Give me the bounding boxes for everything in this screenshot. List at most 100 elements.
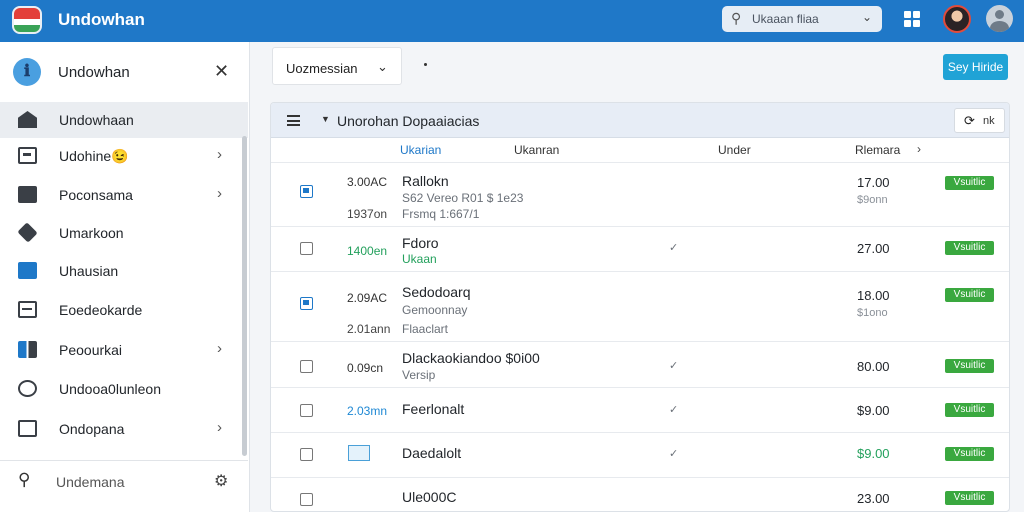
status-badge: Vsuitlic [945, 176, 994, 190]
chevron-right-icon: › [217, 340, 222, 357]
column-header[interactable]: Ukarian [400, 143, 441, 157]
search-icon: ⚲ [731, 10, 742, 26]
sidebar-item-9[interactable]: Ondopana › [0, 411, 248, 447]
row-number: 0.09cn [347, 361, 384, 375]
row-price-secondary: $9onn [857, 194, 888, 206]
sidebar-search-placeholder: Undemana [56, 474, 125, 490]
row-price: $9.00 [857, 403, 890, 418]
row-checkbox[interactable] [300, 493, 313, 506]
sidebar-item-label: Eoedeokarde [59, 302, 143, 318]
file-icon [18, 262, 37, 279]
column-header[interactable]: Ukanran [514, 143, 559, 157]
status-badge: Vsuitlic [945, 288, 994, 302]
table-row[interactable]: 2.09AC 2.01ann Sedodoarq Gemoonnay Flaac… [271, 271, 1009, 341]
row-price: 27.00 [857, 241, 890, 256]
sidebar-item-7[interactable]: Peoourkai › [0, 332, 248, 368]
row-checkbox[interactable] [300, 297, 313, 310]
settings-icon[interactable]: ⚙ [214, 471, 228, 491]
global-search-placeholder: Ukaaan fliaa [752, 12, 819, 26]
close-icon[interactable]: ✕ [214, 61, 229, 82]
sidebar-item-label: Ondopana [59, 421, 125, 437]
table-row[interactable]: Daedalolt ✓ $9.00 Vsuitlic [271, 432, 1009, 477]
card-icon [18, 147, 37, 164]
minus-box-icon [18, 301, 37, 318]
sidebar-item-6[interactable]: Eoedeokarde [0, 292, 248, 328]
sidebar-item-5[interactable]: Uhausian [0, 253, 248, 289]
sidebar-item-2[interactable]: Udohine😉 › [0, 138, 248, 174]
view-dropdown[interactable]: Uozmessian ⌄ [272, 47, 402, 85]
row-checkbox[interactable] [300, 448, 313, 461]
info-icon: ℹ [13, 58, 41, 86]
apps-grid-icon[interactable] [904, 11, 920, 27]
global-search-input[interactable]: ⚲ Ukaaan fliaa ⌄ [722, 6, 882, 32]
caret-icon[interactable]: ▼ [321, 114, 330, 124]
row-price: 17.00 [857, 175, 890, 190]
status-badge: Vsuitlic [945, 359, 994, 373]
column-header[interactable]: Under [718, 143, 751, 157]
search-icon: ⚲ [18, 470, 31, 489]
table-row[interactable]: Ule000C 23.00 Vsuitlic [271, 477, 1009, 511]
image-thumbnail-icon [348, 445, 370, 461]
row-number-secondary: 2.01ann [347, 322, 391, 336]
sidebar-item-3[interactable]: Poconsama › [0, 177, 248, 213]
row-subtitle: Versip [402, 368, 436, 382]
row-checkbox[interactable] [300, 404, 313, 417]
user-avatar[interactable] [943, 5, 971, 33]
row-number-secondary: 1937on [347, 207, 388, 221]
row-checkbox[interactable] [300, 185, 313, 198]
sidebar-item-4[interactable]: Umarkoon [0, 215, 248, 251]
row-price: 80.00 [857, 359, 890, 374]
app-logo [12, 6, 42, 34]
hamburger-menu-icon[interactable] [287, 115, 300, 126]
refresh-icon: ⟳ [964, 113, 975, 128]
row-name: Dlackaokiandoo $0i00 [402, 350, 540, 366]
panel-header: ▼ Unorohan Dopaaiacias ⟳ nk [271, 103, 1009, 138]
sidebar-scrollbar[interactable] [242, 136, 247, 456]
more-dot-icon[interactable] [424, 63, 427, 66]
row-name: Fdoro [402, 235, 439, 251]
tag-icon [17, 222, 38, 243]
top-bar: Undowhan ⚲ Ukaaan fliaa ⌄ [0, 0, 1024, 42]
chevron-right-icon: › [217, 419, 222, 436]
sidebar-item-label: Poconsama [59, 187, 133, 203]
sidebar-item-label: Peoourkai [59, 342, 123, 358]
sidebar-item-label: Umarkoon [59, 225, 124, 241]
sidebar-item-label: Udohine😉 [59, 148, 129, 164]
sidebar-title: Undowhan [58, 64, 130, 81]
book-icon [18, 341, 37, 358]
sidebar-item-8[interactable]: Undooa0lunleon [0, 371, 248, 407]
row-subtitle-secondary: Frsmq 1:667/1 [402, 207, 480, 221]
row-name: Rallokn [402, 173, 449, 189]
row-name: Ule000C [402, 489, 457, 505]
table-row[interactable]: 1400en Fdoro Ukaan ✓ 27.00 Vsuitlic [271, 226, 1009, 271]
chevron-down-icon[interactable]: ⌄ [862, 10, 872, 24]
row-name: Daedalolt [402, 445, 462, 461]
table-row[interactable]: 0.09cn Dlackaokiandoo $0i00 Versip ✓ 80.… [271, 341, 1009, 387]
chevron-right-icon[interactable]: › [917, 142, 921, 156]
terminal-icon [18, 420, 37, 437]
profile-icon[interactable] [986, 5, 1013, 32]
row-number: 3.00AC [347, 175, 388, 189]
table-row[interactable]: 2.03mn Feerlonalt ✓ $9.00 Vsuitlic [271, 387, 1009, 432]
row-subtitle: Gemoonnay [402, 303, 468, 317]
status-badge: Vsuitlic [945, 447, 994, 461]
primary-action-button[interactable]: Sey Hiride [943, 54, 1008, 80]
row-checkbox[interactable] [300, 360, 313, 373]
sidebar-header: ℹ Undowhan ✕ [0, 42, 250, 100]
check-icon: ✓ [669, 242, 679, 254]
row-price: 23.00 [857, 491, 890, 506]
status-badge: Vsuitlic [945, 241, 994, 255]
row-number: 2.09AC [347, 291, 388, 305]
panel-action-label: nk [983, 115, 995, 127]
sidebar-item-1[interactable]: Undowhaan [0, 102, 248, 138]
table-row[interactable]: 3.00AC 1937on Rallokn S62 Vereo R01 $ 1e… [271, 162, 1009, 226]
row-checkbox[interactable] [300, 242, 313, 255]
row-subtitle: S62 Vereo R01 $ 1e23 [402, 191, 524, 205]
column-header[interactable]: Rlemara [855, 143, 900, 157]
sidebar-search-input[interactable]: ⚲ Undemana ⚙ [0, 460, 248, 500]
chevron-right-icon: › [217, 146, 222, 163]
chevron-down-icon: ⌄ [377, 59, 388, 74]
sidebar-item-label: Undooa0lunleon [59, 381, 161, 397]
panel-action-button[interactable]: ⟳ nk [954, 108, 1005, 133]
row-name: Sedodoarq [402, 284, 471, 300]
